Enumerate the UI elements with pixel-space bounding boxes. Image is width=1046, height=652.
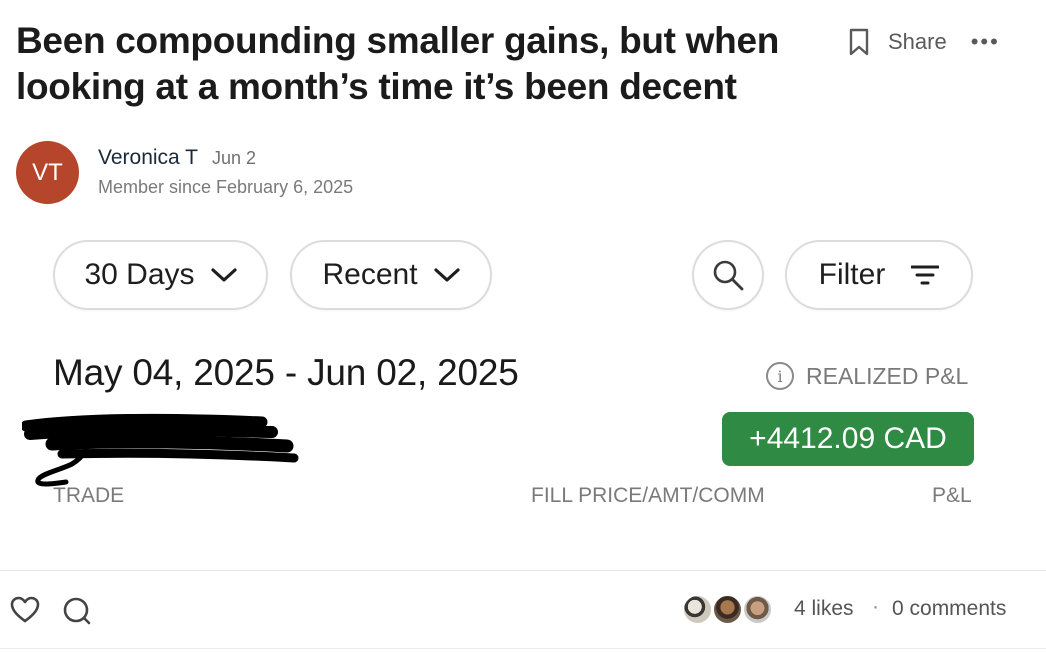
separator: ·: [872, 595, 879, 618]
avatar: [742, 594, 773, 625]
info-icon[interactable]: i: [766, 362, 794, 390]
search-button[interactable]: [692, 240, 764, 310]
divider: [0, 648, 1046, 649]
filter-icon: [911, 265, 940, 285]
column-pnl: P&L: [932, 484, 972, 507]
post-date: Jun 2: [212, 148, 257, 168]
share-button[interactable]: Share: [888, 29, 947, 55]
author-name[interactable]: Veronica T: [98, 146, 198, 170]
sort-label: Recent: [322, 258, 418, 291]
chevron-down-icon: [210, 267, 237, 283]
comments-count[interactable]: 0 comments: [892, 597, 1006, 621]
search-icon: [711, 258, 745, 292]
realized-pnl-label: REALIZED P&L: [806, 362, 969, 389]
filter-button[interactable]: Filter: [785, 240, 973, 310]
member-since: Member since February 6, 2025: [98, 177, 354, 197]
author-line: Veronica T Jun 2: [98, 146, 256, 170]
date-range: May 04, 2025 - Jun 02, 2025: [53, 352, 519, 393]
column-trade: TRADE: [53, 484, 125, 507]
period-label: 30 Days: [84, 258, 195, 291]
more-icon[interactable]: •••: [971, 31, 1000, 53]
avatar[interactable]: VT: [16, 141, 79, 204]
avatar: [682, 594, 713, 625]
pnl-badge: +4412.09 CAD: [722, 412, 974, 466]
chevron-down-icon: [433, 267, 460, 283]
header-actions: Share •••: [848, 26, 1000, 58]
liker-avatars[interactable]: [682, 594, 782, 626]
bookmark-icon[interactable]: [848, 28, 870, 56]
heart-icon[interactable]: [10, 596, 40, 629]
avatar: [712, 594, 743, 625]
divider: [0, 570, 1046, 571]
redaction-scribble: [20, 412, 302, 493]
likes-count[interactable]: 4 likes: [794, 597, 854, 621]
column-fill-price: FILL PRICE/AMT/COMM: [531, 484, 765, 507]
post-title: Been compounding smaller gains, but when…: [16, 20, 780, 107]
filter-label: Filter: [818, 258, 886, 291]
period-dropdown[interactable]: 30 Days: [53, 240, 268, 310]
realized-pnl-header: i REALIZED P&L: [766, 362, 968, 390]
sort-dropdown[interactable]: Recent: [290, 240, 492, 310]
comment-icon[interactable]: [62, 596, 92, 631]
